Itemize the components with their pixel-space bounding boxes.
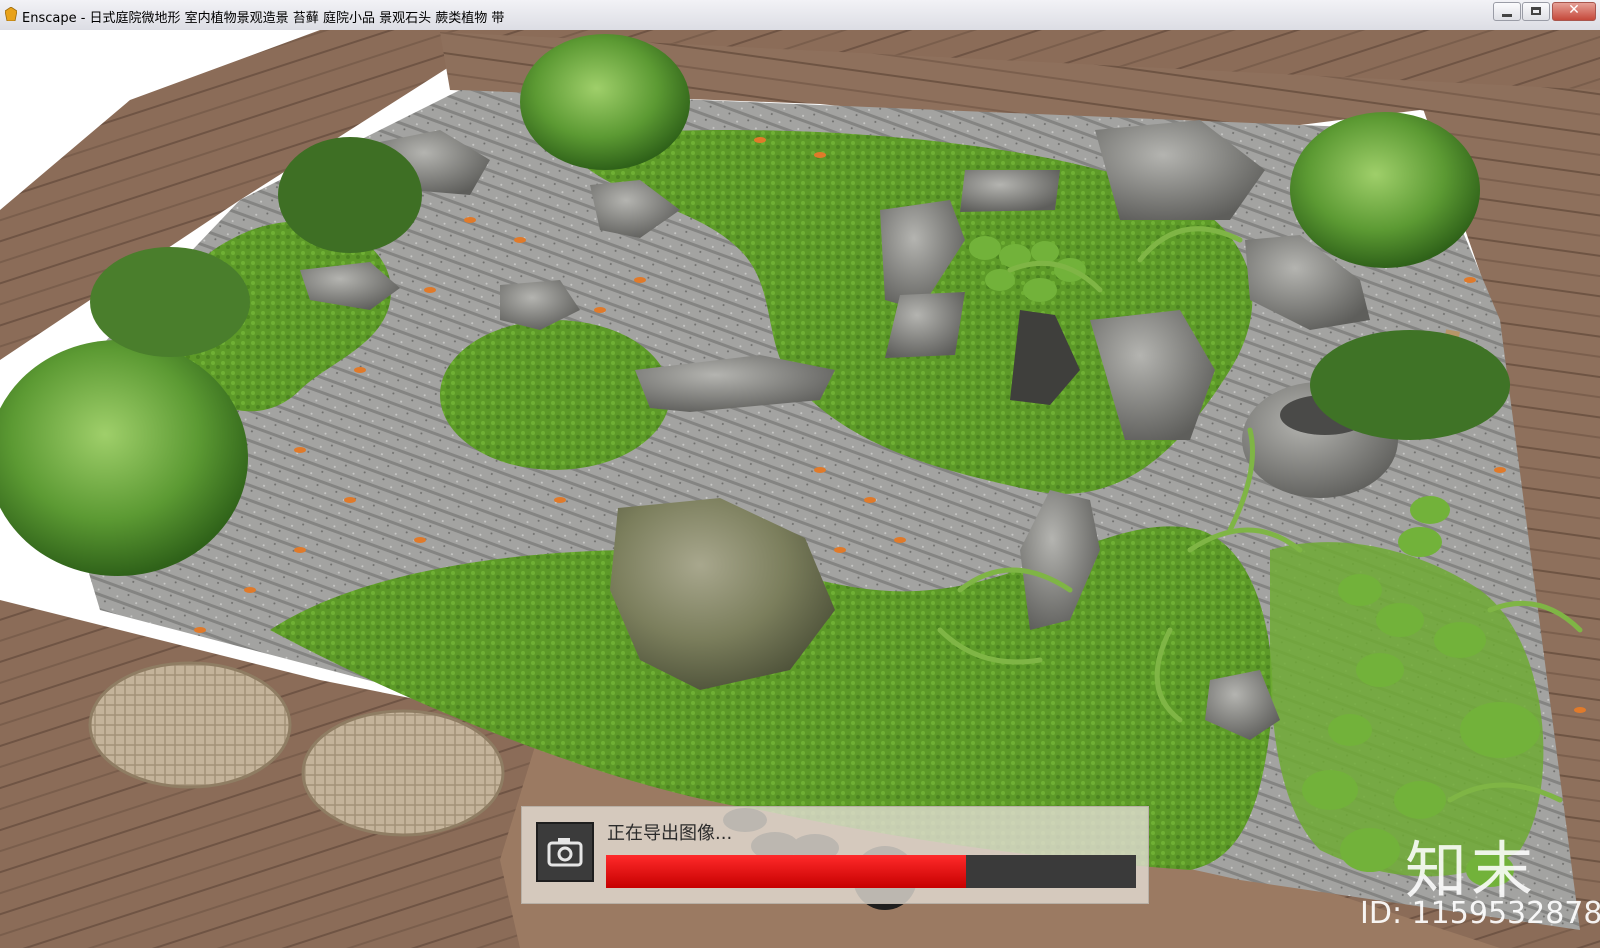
woven-cushion-right <box>301 709 505 837</box>
export-progress-fill <box>606 855 967 888</box>
export-progress-bar <box>606 855 1136 888</box>
camera-icon <box>536 822 594 882</box>
woven-cushion-left <box>88 661 292 789</box>
minimize-button[interactable] <box>1493 2 1521 21</box>
close-icon: ✕ <box>1568 2 1580 18</box>
window-title: Enscape - 日式庭院微地形 室内植物景观造景 苔藓 庭院小品 景观石头 … <box>22 11 505 26</box>
enscape-app-icon <box>5 7 17 21</box>
moss-mound-center <box>440 320 670 470</box>
watermark-id: ID: 1159532878 <box>1360 896 1600 931</box>
render-viewport[interactable]: 正在导出图像... 知末 ID: 1159532878 <box>0 30 1600 948</box>
close-button[interactable]: ✕ <box>1552 2 1596 21</box>
maximize-button[interactable] <box>1522 2 1550 21</box>
export-progress-dialog: 正在导出图像... <box>521 806 1149 904</box>
window-title-bar: Enscape - 日式庭院微地形 室内植物景观造景 苔藓 庭院小品 景观石头 … <box>0 0 1600 31</box>
export-status-text: 正在导出图像... <box>607 823 733 844</box>
